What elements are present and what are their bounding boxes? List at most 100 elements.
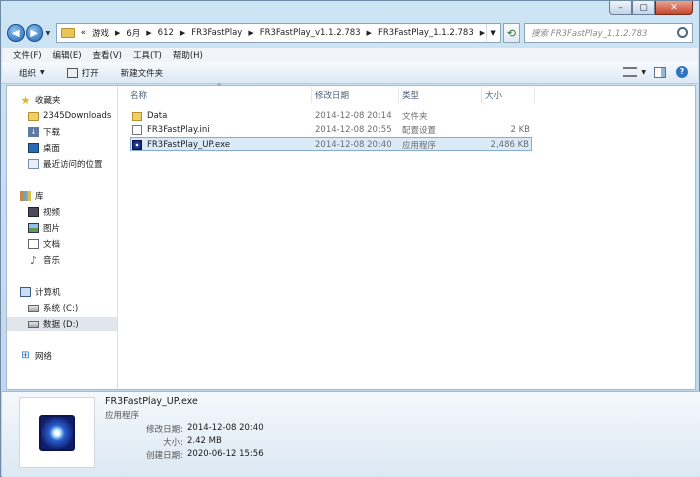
breadcrumb-item[interactable]: FR3FastPlay_v1.1.2.783 ▶ (257, 24, 375, 42)
settings-file-icon (132, 125, 142, 135)
file-type-cell: 文件夹 (402, 112, 428, 122)
menu-file[interactable]: 文件(F) (13, 49, 42, 61)
sidebar-item-computer[interactable]: 计算机 (7, 285, 117, 299)
menu-view[interactable]: 查看(V) (93, 49, 122, 61)
file-name-cell: Data (132, 109, 167, 123)
forward-button[interactable]: ▶ (25, 24, 43, 42)
sidebar-item-2345downloads[interactable]: 2345Downloads (7, 109, 117, 123)
file-date-cell: 2014-12-08 20:55 (315, 125, 392, 135)
video-icon (28, 207, 39, 217)
open-button[interactable]: 打开 (66, 67, 99, 79)
file-type-cell: 应用程序 (402, 141, 437, 151)
folder-icon (132, 111, 142, 121)
column-header-size[interactable]: 大小 (485, 87, 535, 103)
sidebar-item-documents[interactable]: 文档 (7, 237, 117, 251)
open-icon (66, 67, 78, 78)
file-name-cell: FR3FastPlay_UP.exe (132, 138, 230, 152)
help-icon[interactable]: ? (676, 66, 688, 78)
column-header-type[interactable]: 类型 (402, 87, 482, 103)
file-row-selected[interactable]: FR3FastPlay_UP.exe 2014-12-08 20:40 应用程序… (130, 137, 532, 151)
file-list: ^ 名称 修改日期 类型 大小 Data 2014-12-08 20:14 文件… (120, 83, 695, 389)
download-icon: ↓ (28, 127, 39, 137)
details-file-name: FR3FastPlay_UP.exe (105, 396, 198, 407)
file-name-cell: FR3FastPlay.ini (132, 123, 210, 137)
new-folder-button[interactable]: 新建文件夹 (121, 67, 164, 79)
breadcrumb-overflow[interactable]: « (78, 24, 89, 42)
sidebar-item-videos[interactable]: 视频 (7, 205, 117, 219)
file-thumbnail (19, 397, 95, 468)
change-view-icon[interactable] (623, 67, 638, 77)
file-date-cell: 2014-12-08 20:14 (315, 111, 392, 121)
music-icon: ♪ (29, 253, 38, 267)
breadcrumb-item[interactable]: FR3FastPlay ▶ (188, 24, 256, 42)
search-input[interactable]: 搜索 FR3FastPlay_1.1.2.783 (524, 23, 693, 43)
folder-icon (60, 28, 75, 38)
details-pane: FR3FastPlay_UP.exe 应用程序 修改日期: 2014-12-08… (2, 391, 700, 477)
file-size-cell: 2,486 KB (490, 140, 529, 150)
back-button[interactable]: ◀ (7, 24, 25, 42)
maximize-button[interactable]: ▢ (632, 1, 655, 15)
preview-pane-icon[interactable] (654, 66, 666, 78)
exe-icon (39, 414, 75, 451)
star-icon: ★ (20, 93, 31, 107)
file-row[interactable]: Data 2014-12-08 20:14 文件夹 (130, 109, 532, 123)
breadcrumb-item-current[interactable]: FR3FastPlay_1.1.2.783 ▶ (375, 24, 488, 42)
sidebar-item-music[interactable]: ♪ 音乐 (7, 253, 117, 267)
file-size-cell: 2 KB (510, 125, 530, 135)
computer-icon (20, 287, 31, 297)
sidebar-item-network[interactable]: ⊞ 网络 (7, 349, 117, 363)
sidebar-item-downloads[interactable]: ↓ 下载 (7, 125, 117, 139)
menu-bar: 文件(F) 编辑(E) 查看(V) 工具(T) 帮助(H) (2, 48, 698, 62)
breadcrumb-item[interactable]: 612 ▶ (155, 24, 189, 42)
chevron-right-icon[interactable]: ▶ (480, 29, 485, 37)
column-header-name[interactable]: 名称 (130, 87, 312, 103)
address-bar[interactable]: « 游戏 ▶ 6月 ▶ 612 ▶ FR3FastPlay ▶ FR3FastPlay_… (55, 23, 501, 43)
chevron-right-icon[interactable]: ▶ (115, 29, 120, 37)
explorer-window: – ▢ ✕ ◀ ▶ ▼ « 游戏 ▶ 6月 ▶ 612 ▶ FR3FastPlay ▶ … (0, 0, 700, 477)
menu-tools[interactable]: 工具(T) (133, 49, 162, 61)
command-bar: 组织 ▼ 打开 新建文件夹 ▼ ? (2, 62, 698, 84)
breadcrumb-item[interactable]: 游戏 ▶ (89, 24, 123, 42)
chevron-right-icon[interactable]: ▶ (248, 29, 253, 37)
drive-icon (28, 304, 39, 312)
sidebar-item-desktop[interactable]: 桌面 (7, 141, 117, 155)
address-history-dropdown[interactable]: ▼ (485, 24, 500, 42)
folder-icon (28, 111, 39, 121)
refresh-icon[interactable]: ⟲ (502, 23, 521, 43)
chevron-right-icon[interactable]: ▶ (146, 29, 151, 37)
recent-pages-dropdown[interactable]: ▼ (44, 30, 52, 37)
desktop-icon (28, 143, 39, 153)
chevron-down-icon: ▼ (40, 69, 45, 76)
sidebar-item-favorites[interactable]: ★ 收藏夹 (7, 93, 117, 107)
navigation-bar: ◀ ▶ ▼ « 游戏 ▶ 6月 ▶ 612 ▶ FR3FastPlay ▶ FR3Fas… (7, 21, 693, 45)
recent-places-icon (28, 159, 39, 169)
chevron-down-icon[interactable]: ▼ (641, 69, 646, 76)
column-header-date[interactable]: 修改日期 (315, 87, 399, 103)
exe-icon (132, 140, 142, 150)
content-area: ★ 收藏夹 2345Downloads ↓ 下载 桌面 最近访问的位置 库 视频 图… (6, 83, 696, 390)
menu-help[interactable]: 帮助(H) (173, 49, 203, 61)
chevron-right-icon[interactable]: ▶ (367, 29, 372, 37)
sidebar-item-drive-c[interactable]: 系统 (C:) (7, 301, 117, 315)
drive-icon (28, 320, 39, 328)
sidebar-item-libraries[interactable]: 库 (7, 189, 117, 203)
navigation-pane: ★ 收藏夹 2345Downloads ↓ 下载 桌面 最近访问的位置 库 视频 图… (7, 86, 118, 389)
caption-buttons: – ▢ ✕ (609, 1, 693, 15)
file-date-cell: 2014-12-08 20:40 (315, 140, 392, 150)
sidebar-item-drive-d[interactable]: 数据 (D:) (7, 317, 117, 331)
breadcrumb-item[interactable]: 6月 ▶ (123, 24, 154, 42)
organize-button[interactable]: 组织 ▼ (19, 67, 45, 79)
details-file-type: 应用程序 (105, 411, 140, 421)
library-icon (20, 191, 31, 201)
search-icon[interactable] (676, 27, 688, 38)
sidebar-item-recent[interactable]: 最近访问的位置 (7, 157, 117, 171)
close-button[interactable]: ✕ (655, 1, 693, 15)
sidebar-item-pictures[interactable]: 图片 (7, 221, 117, 235)
file-row[interactable]: FR3FastPlay.ini 2014-12-08 20:55 配置设置 2 … (130, 123, 532, 137)
network-icon: ⊞ (21, 350, 30, 361)
chevron-right-icon[interactable]: ▶ (180, 29, 185, 37)
document-icon (28, 239, 39, 249)
minimize-button[interactable]: – (609, 1, 632, 15)
menu-edit[interactable]: 编辑(E) (53, 49, 82, 61)
file-type-cell: 配置设置 (402, 126, 437, 136)
